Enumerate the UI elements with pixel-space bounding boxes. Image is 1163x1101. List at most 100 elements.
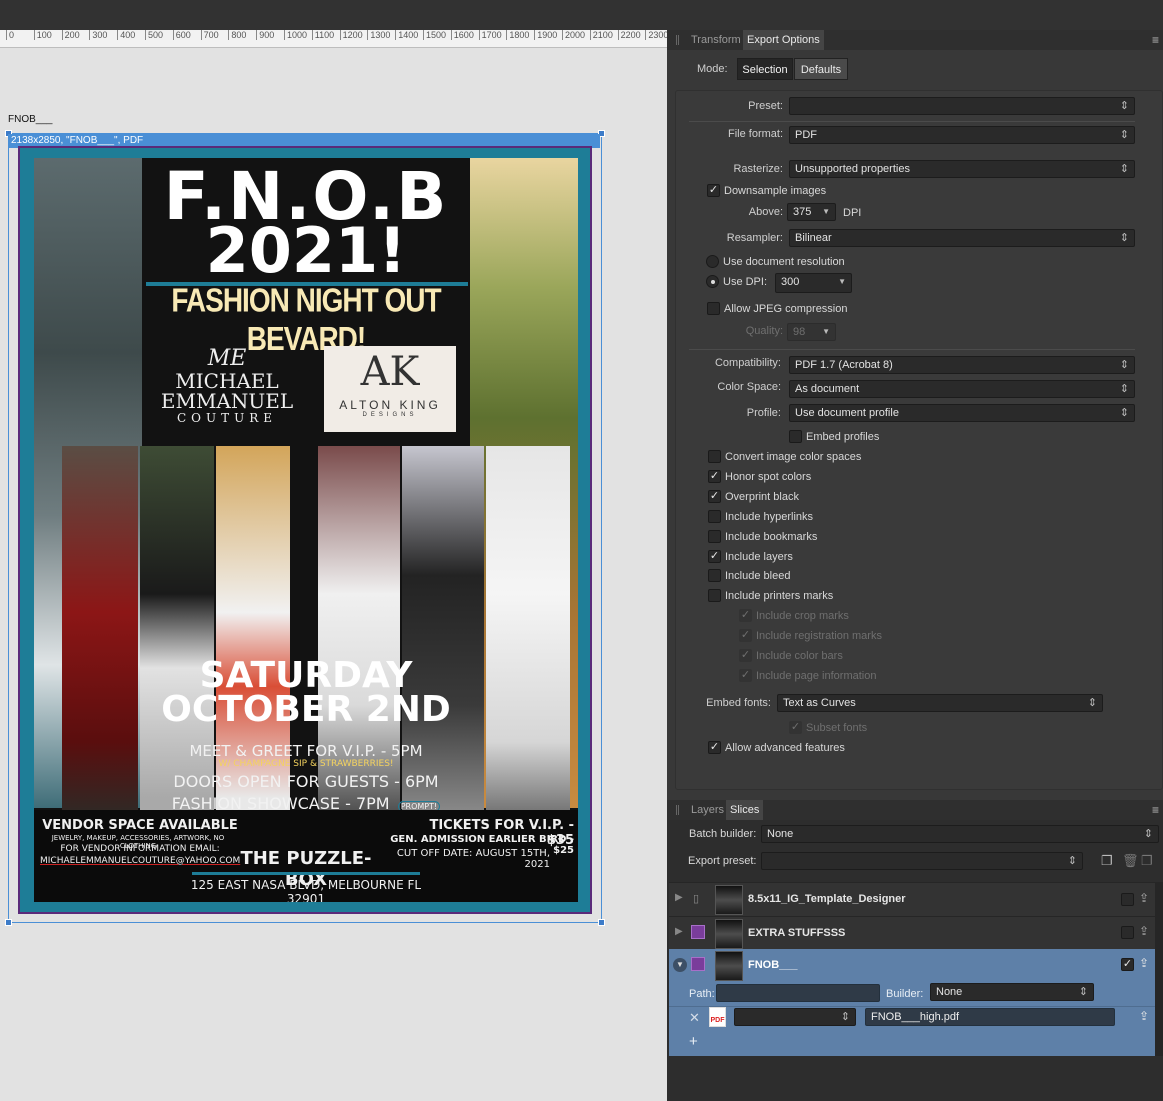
batch-builder-select[interactable]: None ⇕ xyxy=(761,825,1159,843)
check-overprint-black[interactable]: ✓ xyxy=(708,490,721,503)
rasterize-select[interactable]: Unsupported properties ⇕ xyxy=(789,160,1135,178)
vendor-heading: VENDOR SPACE AVAILABLE xyxy=(42,818,238,833)
ruler-tick-label: 1000 xyxy=(284,30,307,40)
check-layers[interactable]: ✓ xyxy=(708,550,721,563)
quality-combo[interactable]: 98 ▼ xyxy=(787,323,836,341)
colorspace-select[interactable]: As document ⇕ xyxy=(789,380,1135,398)
resampler-select[interactable]: Bilinear ⇕ xyxy=(789,229,1135,247)
collapse-arrow-icon[interactable]: ▼ xyxy=(673,958,687,972)
expand-arrow-icon[interactable]: ▶ xyxy=(675,926,683,937)
check-convert-color[interactable] xyxy=(708,450,721,463)
check-label: Honor spot colors xyxy=(725,471,812,483)
check-page-info[interactable]: ✓ xyxy=(739,669,752,682)
check-bookmarks[interactable] xyxy=(708,530,721,543)
downsample-checkbox[interactable]: ✓ xyxy=(707,184,720,197)
export-slice-icon[interactable]: ⇪ xyxy=(1139,956,1149,970)
panel-menu-icon[interactable]: ≡ xyxy=(1152,803,1159,817)
logo-name: ALTON KING xyxy=(339,398,441,412)
scrollbar[interactable] xyxy=(1155,882,1163,1056)
group-icon xyxy=(691,957,705,971)
check-color-bars[interactable]: ✓ xyxy=(739,649,752,662)
check-advanced-features[interactable]: ✓ xyxy=(708,741,721,754)
updown-icon: ⇕ xyxy=(1119,359,1129,371)
ruler-tick-label: 2100 xyxy=(589,30,613,40)
copy-preset-icon[interactable]: ❐ xyxy=(1101,853,1113,869)
poster-image[interactable]: F.N.O.B 2021! FASHION NIGHT OUT BEVARD! … xyxy=(18,146,592,914)
embed-fonts-label: Embed fonts: xyxy=(706,697,771,709)
path-input[interactable] xyxy=(716,984,880,1002)
venue-divider xyxy=(192,872,420,875)
preset-label: Preset: xyxy=(748,100,783,112)
colorspace-value: As document xyxy=(795,383,860,395)
tab-layers[interactable]: Layers xyxy=(687,800,728,820)
check-printers-marks[interactable] xyxy=(708,589,721,602)
check-bleed[interactable] xyxy=(708,569,721,582)
format-preset-select[interactable]: ⇕ xyxy=(734,1008,856,1026)
divider xyxy=(689,349,1135,350)
use-doc-res-radio[interactable] xyxy=(706,255,719,268)
michael-emmanuel-logo: ME MICHAEL EMMANUEL COUTURE xyxy=(152,346,302,436)
check-subset-fonts[interactable]: ✓ xyxy=(789,721,802,734)
grip-icon[interactable] xyxy=(676,35,679,45)
add-format-icon[interactable]: + xyxy=(689,1033,698,1050)
allow-jpeg-label: Allow JPEG compression xyxy=(724,303,848,315)
use-dpi-label: Use DPI: xyxy=(723,276,768,288)
ruler-tick-label: 400 xyxy=(117,30,135,40)
export-preset-select[interactable]: ⇕ xyxy=(761,852,1083,870)
ruler-tick-label: 1300 xyxy=(367,30,390,40)
preset-select[interactable]: ⇕ xyxy=(789,97,1135,115)
profile-select[interactable]: Use document profile ⇕ xyxy=(789,404,1135,422)
above-combo[interactable]: 375 ▼ xyxy=(787,203,836,221)
mode-defaults-button[interactable]: Defaults xyxy=(794,58,848,80)
resize-handle-br[interactable] xyxy=(598,919,605,926)
add-preset-icon[interactable]: ❐ xyxy=(1141,853,1153,869)
updown-icon: ⇕ xyxy=(1087,697,1097,709)
check-crop-marks[interactable]: ✓ xyxy=(739,609,752,622)
delete-preset-icon[interactable]: 🗑 xyxy=(1122,853,1139,869)
slice-row-selected[interactable]: ▼ FNOB___ ✓ ⇪ Path: Builder: None ⇕ ✕ PDF… xyxy=(669,949,1155,1056)
ruler-tick-label: 800 xyxy=(228,30,246,40)
export-slice-icon[interactable]: ⇪ xyxy=(1139,924,1149,938)
compat-select[interactable]: PDF 1.7 (Acrobat 8) ⇕ xyxy=(789,356,1135,374)
allow-jpeg-checkbox[interactable] xyxy=(707,302,720,315)
slice-row[interactable]: ▶ EXTRA STUFFSSS ⇪ xyxy=(669,916,1155,949)
check-hyperlinks[interactable] xyxy=(708,510,721,523)
mode-selection-button[interactable]: Selection xyxy=(737,58,793,80)
divider xyxy=(669,1006,1155,1007)
updown-icon: ⇕ xyxy=(1078,986,1088,998)
slice-export-checkbox[interactable] xyxy=(1121,926,1134,939)
export-slice-icon[interactable]: ⇪ xyxy=(1139,891,1149,905)
file-format-select[interactable]: PDF ⇕ xyxy=(789,126,1135,144)
tab-slices[interactable]: Slices xyxy=(726,800,764,820)
canvas-area[interactable]: 0 100 200 300 400 500 600 700 800 900 1000 1100 1200… xyxy=(0,30,667,1101)
export-format-icon[interactable]: ⇪ xyxy=(1139,1009,1149,1023)
panel-tabbar: Transform Export Options ≡ xyxy=(667,30,1163,50)
slice-thumbnail xyxy=(715,919,743,949)
slice-export-checkbox[interactable] xyxy=(1121,893,1134,906)
rasterize-label: Rasterize: xyxy=(733,163,783,175)
check-label: Include page information xyxy=(756,670,877,682)
embed-profiles-checkbox[interactable] xyxy=(789,430,802,443)
use-dpi-radio[interactable] xyxy=(706,275,719,288)
panel-menu-icon[interactable]: ≡ xyxy=(1152,33,1159,47)
ruler-tick-label: 2200 xyxy=(617,30,641,40)
check-registration-marks[interactable]: ✓ xyxy=(739,629,752,642)
ruler-tick-label: 1500 xyxy=(423,30,446,40)
artboard-name[interactable]: FNOB___ xyxy=(8,114,52,125)
slice-row[interactable]: ▶ ▯ 8.5x11_IG_Template_Designer ⇪ xyxy=(669,882,1155,916)
check-honor-spot[interactable]: ✓ xyxy=(708,470,721,483)
tab-export-options[interactable]: Export Options xyxy=(743,30,824,50)
grip-icon[interactable] xyxy=(676,805,679,815)
embed-fonts-select[interactable]: Text as Curves ⇕ xyxy=(777,694,1103,712)
dpi-combo[interactable]: 300 ▼ xyxy=(775,273,852,293)
slice-export-checkbox[interactable]: ✓ xyxy=(1121,958,1134,971)
output-filename-input[interactable]: FNOB___high.pdf xyxy=(865,1008,1115,1026)
tab-transform[interactable]: Transform xyxy=(687,30,745,50)
ruler-tick-label: 1700 xyxy=(478,30,502,40)
resize-handle-bl[interactable] xyxy=(5,919,12,926)
remove-format-icon[interactable]: ✕ xyxy=(689,1010,700,1026)
builder-select[interactable]: None ⇕ xyxy=(930,983,1094,1001)
above-value: 375 xyxy=(793,206,812,218)
updown-icon: ⇕ xyxy=(1119,383,1129,395)
expand-arrow-icon[interactable]: ▶ xyxy=(675,892,683,903)
